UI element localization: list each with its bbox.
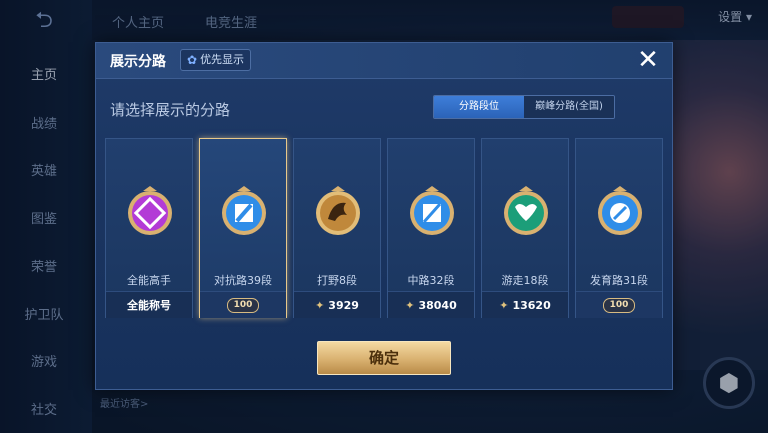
card-footer: ✦ 38040 xyxy=(388,291,474,318)
card-title-text: 全能称号 xyxy=(127,299,171,312)
card-footer: ✦ 3929 xyxy=(294,291,380,318)
dialog-subtitle: 请选择展示的分路 xyxy=(110,101,231,119)
lane-card-adc[interactable]: 发育路31段 100 xyxy=(575,138,663,318)
all-round-icon xyxy=(128,186,172,235)
wings-icon xyxy=(504,186,548,235)
card-label: 全能高手 xyxy=(127,274,171,287)
lane-card-top[interactable]: 对抗路39段 100 xyxy=(199,138,287,318)
tab-peak-lane[interactable]: 巅峰分路(全国) xyxy=(524,96,614,118)
lane-card-all-round[interactable]: 全能高手 全能称号 xyxy=(105,138,193,318)
card-footer: ✦ 13620 xyxy=(482,291,568,318)
level-plate: 100 xyxy=(226,297,260,313)
card-label: 中路32段 xyxy=(407,274,455,287)
card-label: 对抗路39段 xyxy=(214,274,272,287)
priority-display-button[interactable]: ✿ 优先显示 xyxy=(180,49,252,71)
card-label: 游走18段 xyxy=(501,274,549,287)
close-icon[interactable]: ✕ xyxy=(632,45,664,77)
rank-star-icon: ✦ xyxy=(315,298,325,312)
tab-lane-rank[interactable]: 分路段位 xyxy=(434,96,524,118)
staff-icon xyxy=(410,186,454,235)
dialog-title: 展示分路 xyxy=(110,54,166,70)
lane-card-mid[interactable]: 中路32段 ✦ 38040 xyxy=(387,138,475,318)
card-footer: 全能称号 xyxy=(106,291,192,318)
card-footer: 100 xyxy=(200,291,286,318)
lane-cards: 全能高手 全能称号 对抗路39段 100 打野8段 ✦ 3929 中路32段 ✦… xyxy=(105,138,665,318)
gear-icon: ✿ xyxy=(187,53,198,67)
lane-display-dialog: 展示分路 ✿ 优先显示 ✕ 请选择展示的分路 分路段位 巅峰分路(全国) 全能高… xyxy=(95,42,673,390)
lane-card-jungle[interactable]: 打野8段 ✦ 3929 xyxy=(293,138,381,318)
lane-card-support[interactable]: 游走18段 ✦ 13620 xyxy=(481,138,569,318)
bow-icon xyxy=(598,186,642,235)
segment-control: 分路段位 巅峰分路(全国) xyxy=(433,95,615,119)
card-score: 38040 xyxy=(418,298,457,312)
rank-star-icon: ✦ xyxy=(499,298,509,312)
card-score: 13620 xyxy=(512,298,551,312)
card-label: 打野8段 xyxy=(317,274,357,287)
level-plate: 100 xyxy=(602,297,636,313)
card-label: 发育路31段 xyxy=(590,274,648,287)
dialog-header: 展示分路 ✿ 优先显示 ✕ xyxy=(96,43,672,79)
sword-icon xyxy=(222,186,266,235)
card-score: 3929 xyxy=(328,298,359,312)
card-footer: 100 xyxy=(576,291,662,318)
confirm-button[interactable]: 确定 xyxy=(317,341,451,375)
priority-display-label: 优先显示 xyxy=(200,53,245,66)
rank-star-icon: ✦ xyxy=(405,298,415,312)
dragon-icon xyxy=(316,186,360,235)
